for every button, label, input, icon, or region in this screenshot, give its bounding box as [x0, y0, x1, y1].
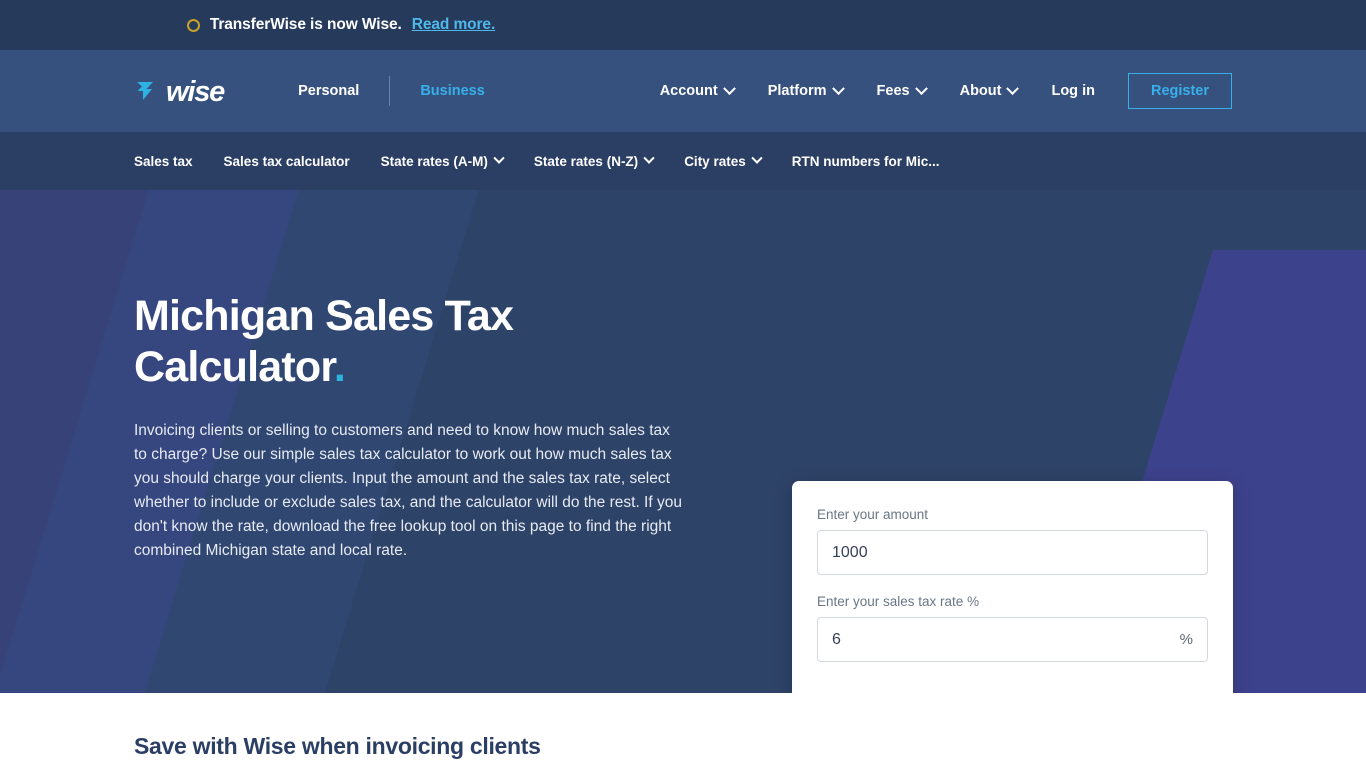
page-title: Michigan Sales Tax Calculator. [134, 190, 594, 392]
nav-item-platform-label: Platform [767, 83, 827, 99]
nav-item-fees-label: Fees [876, 83, 910, 99]
subnav-item-state-rates-am[interactable]: State rates (A-M) [380, 152, 505, 169]
sales-tax-calculator-card: Enter your amount Enter your sales tax r… [792, 481, 1233, 693]
secondary-navigation-bar: Sales tax Sales tax calculator State rat… [0, 132, 1366, 190]
nav-item-fees[interactable]: Fees [860, 81, 943, 99]
wise-logo[interactable]: wise [134, 75, 225, 108]
percent-suffix: % [1179, 631, 1193, 648]
page-title-dot: . [333, 342, 346, 391]
nav-item-about[interactable]: About [943, 81, 1035, 99]
subnav-item-sales-tax-calculator[interactable]: Sales tax calculator [224, 154, 350, 169]
page-title-text: Michigan Sales Tax Calculator [134, 292, 514, 391]
subnav-item-state-rates-nz-label: State rates (N-Z) [533, 153, 639, 169]
amount-label: Enter your amount [817, 507, 929, 522]
rate-label: Enter your sales tax rate % [817, 594, 980, 609]
chevron-down-icon [643, 152, 655, 164]
nav-item-account-label: Account [659, 83, 718, 99]
rate-input[interactable] [832, 630, 1180, 649]
nav-item-platform[interactable]: Platform [751, 81, 860, 99]
nav-item-login[interactable]: Log in [1034, 83, 1112, 99]
announcement-content: TransferWise is now Wise. Read more. [186, 16, 496, 34]
subnav-item-sales-tax-label: Sales tax [134, 153, 193, 169]
hero-section: Michigan Sales Tax Calculator. Invoicing… [0, 190, 1366, 693]
chevron-down-icon [493, 152, 505, 164]
nav-link-personal[interactable]: Personal [268, 83, 389, 99]
subnav-item-sales-tax-calculator-label: Sales tax calculator [223, 153, 350, 169]
amount-field-group: Enter your amount [817, 507, 1208, 575]
nav-link-business[interactable]: Business [390, 83, 514, 99]
audience-switch: Personal Business [268, 76, 515, 106]
nav-item-login-label: Log in [1051, 83, 1095, 99]
announcement-bar: TransferWise is now Wise. Read more. [0, 0, 1366, 50]
register-button[interactable]: Register [1127, 73, 1232, 109]
wise-arrow-logo-icon [134, 78, 160, 104]
subnav-item-state-rates-nz[interactable]: State rates (N-Z) [533, 152, 655, 169]
section-heading: Save with Wise when invoicing clients [134, 733, 541, 759]
chevron-down-icon [831, 81, 845, 95]
subnav-item-rtn-numbers[interactable]: RTN numbers for Mic... [792, 154, 940, 169]
primary-nav-links: Account Platform Fees About Log in Regis… [643, 73, 1232, 109]
chevron-down-icon [1006, 81, 1020, 95]
subnav-item-rtn-numbers-label: RTN numbers for Mic... [791, 153, 940, 169]
sun-icon [186, 18, 200, 32]
subnav-item-state-rates-am-label: State rates (A-M) [380, 153, 488, 169]
subnav-item-sales-tax[interactable]: Sales tax [134, 154, 193, 169]
amount-input-wrapper[interactable] [817, 530, 1208, 575]
below-fold-section: Save with Wise when invoicing clients [0, 693, 1366, 768]
chevron-down-icon [914, 81, 928, 95]
amount-input[interactable] [832, 543, 1193, 562]
rate-field-group: Enter your sales tax rate % % [817, 594, 1208, 662]
rate-input-wrapper[interactable]: % [817, 617, 1208, 662]
nav-item-about-label: About [959, 83, 1002, 99]
main-navigation-bar: wise Personal Business Account Platform … [0, 50, 1366, 132]
announcement-text: TransferWise is now Wise. [209, 16, 402, 33]
nav-item-account[interactable]: Account [643, 81, 751, 99]
hero-description: Invoicing clients or selling to customer… [134, 422, 682, 560]
chevron-down-icon [751, 152, 763, 164]
subnav-item-city-rates[interactable]: City rates [684, 152, 763, 169]
chevron-down-icon [722, 81, 736, 95]
read-more-link[interactable]: Read more. [412, 16, 496, 34]
subnav-item-city-rates-label: City rates [684, 153, 746, 169]
wise-logo-text: wise [166, 75, 225, 108]
